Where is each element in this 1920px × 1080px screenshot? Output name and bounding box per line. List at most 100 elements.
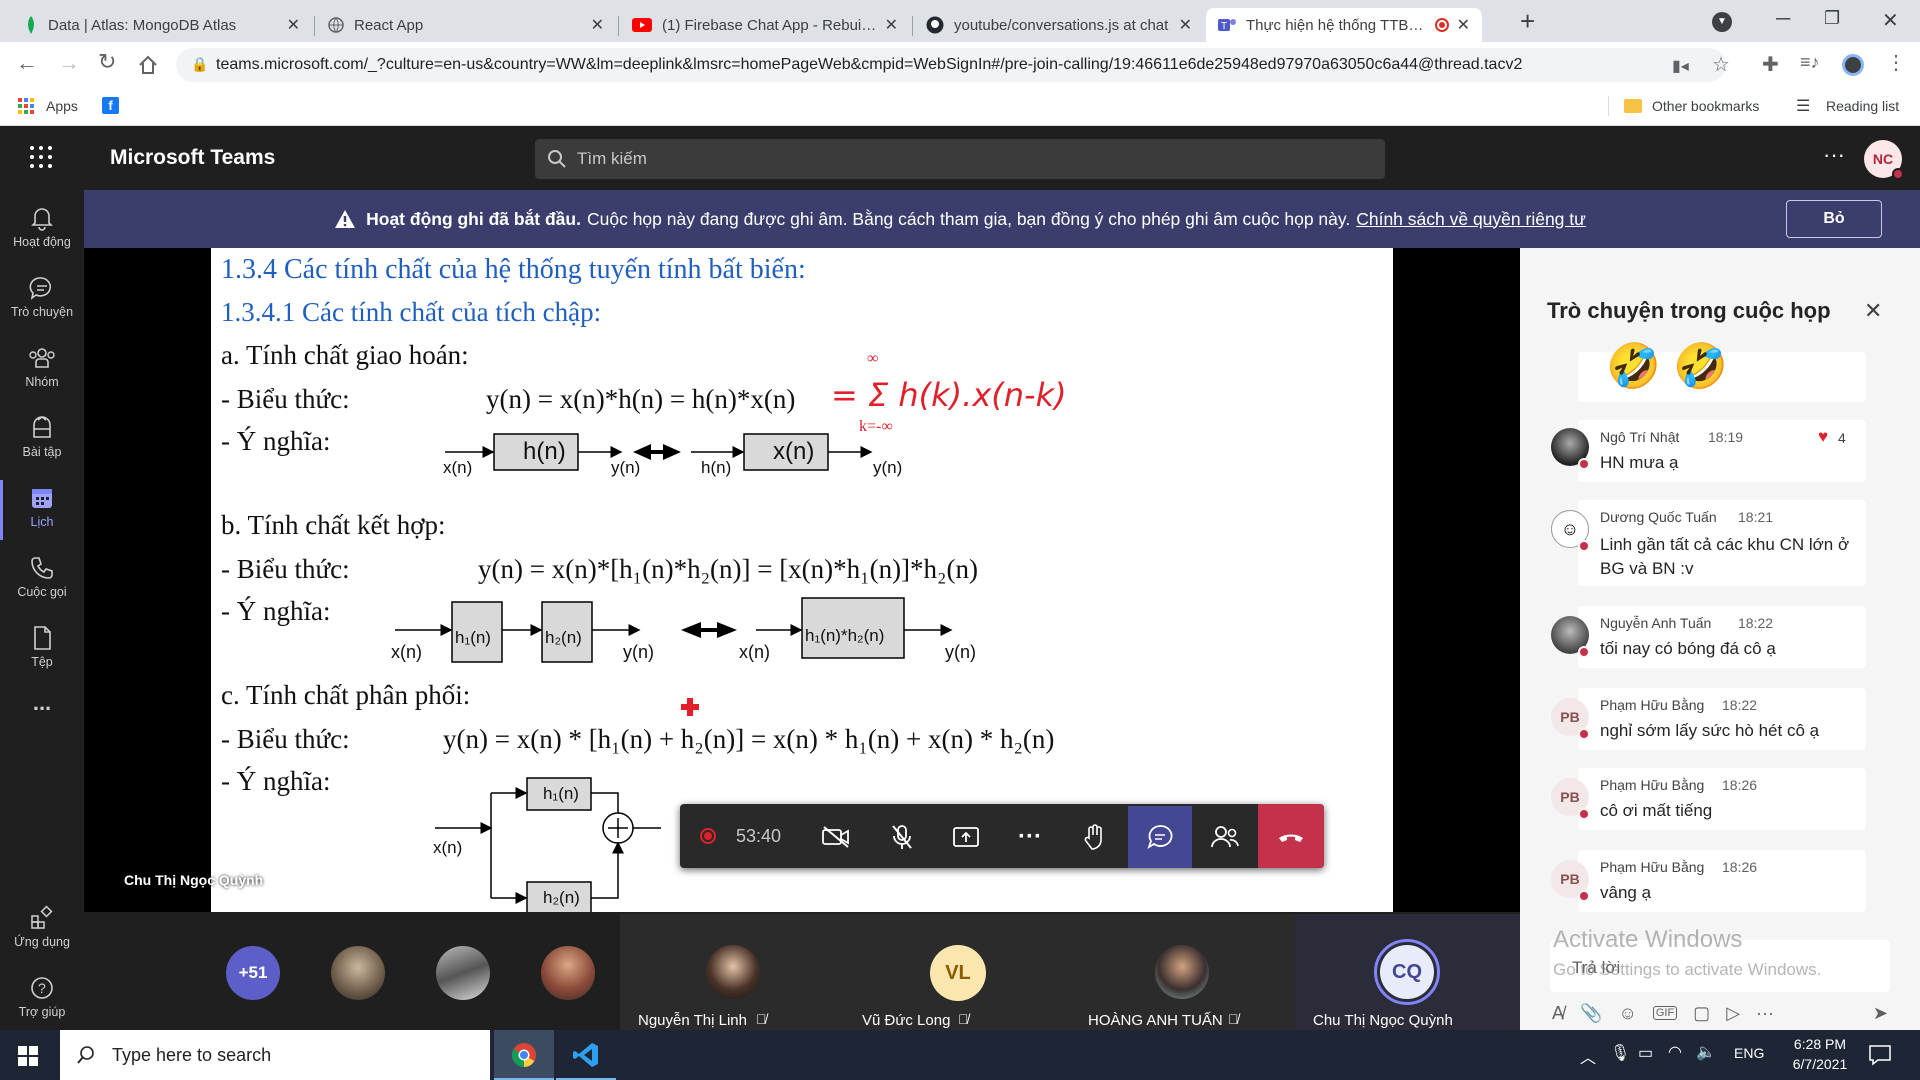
chat-message[interactable]: Phạm Hữu Bằng 18:26 cô ơi mất tiếng [1578,768,1866,830]
close-tab-icon[interactable]: ✕ [287,15,300,35]
activate-windows-sub: Go to Settings to activate Windows. [1553,960,1822,979]
presenter-name: Chu Thị Ngọc Quỳnh [124,872,264,888]
taskbar-search-box[interactable]: Type here to search [60,1030,490,1080]
browser-tab-github[interactable]: youtube/conversations.js at chat ✕ [914,8,1204,42]
browser-tab-youtube[interactable]: (1) Firebase Chat App - Rebuild F ✕ [620,8,910,42]
app-launcher-icon[interactable] [30,146,52,168]
search-input[interactable]: Tìm kiếm [535,139,1385,179]
rail-activity[interactable]: Hoạt động [0,205,84,249]
rail-chat[interactable]: Trò chuyện [0,275,84,319]
attach-icon[interactable]: 📎 [1580,1003,1602,1024]
home-icon[interactable] [138,55,158,75]
participants-icon [1211,826,1239,848]
bookmarks-bar: Apps f Other bookmarks ☰ Reading list [0,88,1920,126]
handwritten-sum: = Σ h(k).x(n-k) [831,376,1067,414]
heart-reaction-icon[interactable]: ♥ [1818,427,1828,447]
more-compose-icon[interactable]: ··· [1756,1003,1774,1024]
tray-time[interactable]: 6:28 PM [1785,1036,1855,1052]
minimize-icon[interactable]: ─ [1776,8,1790,31]
notifications-icon[interactable] [1868,1044,1892,1066]
privacy-link[interactable]: Chính sách về quyền riêng tư [1356,209,1586,230]
windows-start-icon[interactable] [18,1046,38,1066]
hang-up-button[interactable] [1258,804,1324,868]
rail-more-apps-icon[interactable]: ... [0,690,84,716]
search-icon [77,1046,94,1064]
chat-message[interactable]: Dương Quốc Tuấn 18:21 Linh gần tất cả cá… [1578,500,1866,586]
tray-date[interactable]: 6/7/2021 [1785,1056,1855,1072]
back-icon[interactable]: ← [16,50,38,76]
gif-icon[interactable]: GIF [1652,1006,1678,1020]
browser-tab-react[interactable]: React App ✕ [316,8,616,42]
share-screen-button[interactable] [934,806,998,868]
rail-apps[interactable]: Ứng dụng [0,905,84,949]
rail-calendar[interactable]: Lịch [0,485,84,529]
sticker-icon[interactable]: ▢ [1693,1003,1710,1024]
rail-assignments[interactable]: Bài tập [0,415,84,459]
chat-message[interactable]: Nguyễn Anh Tuấn 18:22 tối nay có bóng đá… [1578,606,1866,668]
mic-off-icon: 🎙̸ [756,1011,767,1027]
close-tab-icon[interactable]: ✕ [885,15,898,35]
signal-label: x(n) [391,642,422,662]
taskbar-chrome[interactable] [494,1030,554,1080]
participant-avatar [706,945,760,999]
tray-mic-icon[interactable]: 🎙 [1610,1043,1630,1063]
chat-message[interactable]: Phạm Hữu Bằng 18:22 nghỉ sớm lấy sức hò … [1578,688,1866,750]
profile-avatar[interactable] [1842,54,1864,76]
dismiss-banner-button[interactable]: Bỏ [1786,200,1882,238]
reading-list[interactable]: Reading list [1826,98,1899,114]
chat-icon [1147,825,1173,850]
tray-battery-icon[interactable]: ▭ [1638,1043,1653,1063]
address-bar[interactable]: 🔒 teams.microsoft.com/_?culture=en-us&co… [176,48,1726,82]
restore-icon[interactable]: ❐ [1824,8,1840,29]
rail-teams[interactable]: Nhóm [0,345,84,389]
other-bookmarks[interactable]: Other bookmarks [1652,98,1759,114]
camera-off-button[interactable] [804,806,868,868]
facebook-icon[interactable]: f [102,97,119,114]
more-actions-icon[interactable]: ··· [998,806,1062,868]
format-icon[interactable]: A̸ [1552,1003,1564,1024]
participant-avatar[interactable] [331,946,385,1000]
apps-bookmark[interactable]: Apps [46,98,78,114]
tray-wifi-icon[interactable]: ◠ [1668,1042,1682,1062]
tray-language[interactable]: ENG [1734,1045,1764,1061]
chat-icon [29,277,52,300]
tab-search-icon[interactable]: ▼ [1712,12,1732,32]
tray-volume-icon[interactable]: 🔈 [1696,1042,1716,1062]
chat-message[interactable]: Ngô Trí Nhật 18:19 HN mưa ạ ♥ 4 [1578,420,1866,482]
extensions-icon[interactable]: ✚ [1762,52,1779,77]
participant-avatar[interactable] [436,946,490,1000]
bullet-expression: - Biểu thức: [221,724,350,754]
calendar-icon [32,489,52,508]
close-chat-icon[interactable]: ✕ [1864,298,1882,324]
overflow-participants[interactable]: +51 [226,946,280,1000]
stream-icon[interactable]: ▷ [1726,1003,1740,1024]
rail-help[interactable]: ? Trợ giúp [0,975,84,1019]
app-title: Microsoft Teams [110,146,276,169]
send-icon[interactable]: ➤ [1873,1003,1888,1024]
rail-files[interactable]: Tệp [0,625,84,669]
participants-button[interactable] [1193,806,1257,868]
emoji-icon[interactable]: ☺ [1618,1003,1636,1024]
close-tab-icon[interactable]: ✕ [1179,15,1192,35]
browser-tab-mongodb[interactable]: Data | Atlas: MongoDB Atlas ✕ [12,8,312,42]
chrome-menu-icon[interactable]: ⋮ [1886,50,1906,75]
bookmark-star-icon[interactable]: ☆ [1712,52,1730,77]
close-window-icon[interactable]: ✕ [1882,8,1899,33]
participant-avatar[interactable] [541,946,595,1000]
media-control-icon[interactable]: ≡♪ [1800,52,1820,73]
chat-toggle-button[interactable] [1128,806,1192,868]
mute-button[interactable] [870,806,934,868]
more-options-icon[interactable]: ··· [1823,142,1845,168]
raise-hand-button[interactable] [1063,806,1127,868]
forward-icon[interactable]: → [58,50,80,76]
browser-tab-teams[interactable]: T Thực hiện hệ thống TTBB (Cu ✕ [1206,8,1482,42]
reload-icon[interactable]: ↻ [98,49,116,75]
taskbar-vscode[interactable] [556,1030,616,1080]
close-tab-icon[interactable]: ✕ [591,15,604,35]
rail-calls[interactable]: Cuộc gọi [0,555,84,599]
chat-message[interactable]: Phạm Hữu Bằng 18:26 vâng ạ [1578,850,1866,912]
close-tab-icon[interactable]: ✕ [1457,15,1470,35]
new-tab-button[interactable]: + [1520,6,1535,37]
tray-chevron-icon[interactable]: ︿ [1580,1044,1596,1068]
camera-blocked-icon[interactable]: ▮◂ [1672,56,1689,76]
